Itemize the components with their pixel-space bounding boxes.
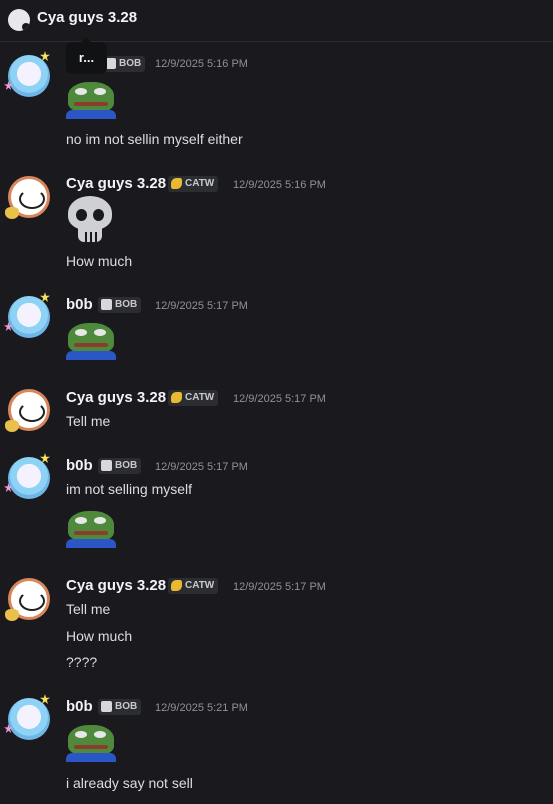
role-tag[interactable]: BOB: [98, 458, 142, 474]
pepe-frog-emoji: [66, 509, 116, 549]
message-text: no im not sellin myself either: [66, 131, 243, 147]
author-name[interactable]: b0b: [66, 296, 93, 313]
timestamp: 12/9/2025 5:17 PM: [233, 581, 326, 593]
message-text: How much: [66, 628, 133, 644]
skull-emoji: [66, 196, 114, 244]
role-tag[interactable]: CATW: [168, 390, 219, 406]
pepe-frog-emoji: [66, 80, 116, 120]
author-name[interactable]: b0b: [66, 698, 93, 715]
message-text: Tell me: [66, 413, 111, 429]
message: Cya guys 3.28 CATW 12/9/2025 5:17 PM Tel…: [0, 574, 553, 674]
message-text: ????: [66, 654, 98, 670]
message-text: Tell me: [66, 601, 111, 617]
role-tag[interactable]: BOB: [98, 699, 142, 715]
timestamp: 12/9/2025 5:17 PM: [233, 393, 326, 405]
role-tag[interactable]: BOB: [98, 297, 142, 313]
cat-tag-icon: [101, 460, 112, 471]
message-text: i already say not sell: [66, 775, 193, 791]
user-avatar-cya[interactable]: [5, 176, 50, 219]
user-avatar-bob[interactable]: [8, 55, 50, 97]
coin-tag-icon: [171, 178, 182, 189]
user-avatar-bob[interactable]: [8, 296, 50, 338]
message-text: im not selling myself: [66, 481, 193, 497]
channel-header: Cya guys 3.28: [0, 0, 553, 42]
author-name[interactable]: b0b: [66, 457, 93, 474]
user-avatar-cya[interactable]: [5, 578, 50, 621]
message: b0b BOB 12/9/2025 5:21 PM i already say …: [0, 695, 553, 795]
timestamp: 12/9/2025 5:16 PM: [233, 179, 326, 191]
timestamp: 12/9/2025 5:21 PM: [155, 702, 248, 714]
user-avatar-bob[interactable]: [8, 698, 50, 740]
author-name[interactable]: Cya guys 3.28: [66, 577, 166, 594]
message: b0b BOB 12/9/2025 5:17 PM: [0, 293, 553, 363]
timestamp: 12/9/2025 5:17 PM: [155, 461, 248, 473]
role-tag[interactable]: CATW: [168, 578, 219, 594]
timestamp: 12/9/2025 5:17 PM: [155, 300, 248, 312]
message-text: How much: [66, 253, 133, 269]
cat-tag-icon: [101, 701, 112, 712]
tooltip: r...: [66, 37, 107, 74]
user-avatar-bob[interactable]: [8, 457, 50, 499]
role-tag[interactable]: BOB: [102, 56, 146, 72]
user-avatar-cya[interactable]: [5, 389, 50, 432]
role-tag[interactable]: CATW: [168, 176, 219, 192]
coin-tag-icon: [171, 392, 182, 403]
channel-title[interactable]: Cya guys 3.28: [37, 9, 137, 26]
pepe-frog-emoji: [66, 723, 116, 763]
message: Cya guys 3.28 CATW 12/9/2025 5:17 PM Tel…: [0, 386, 553, 436]
coin-tag-icon: [171, 580, 182, 591]
cat-tag-icon: [101, 299, 112, 310]
timestamp: 12/9/2025 5:16 PM: [155, 58, 248, 70]
message: b0b BOB 12/9/2025 5:17 PM im not selling…: [0, 454, 553, 554]
message: Cya guys 3.28 CATW 12/9/2025 5:16 PM How…: [0, 172, 553, 272]
pepe-frog-emoji: [66, 321, 116, 361]
author-name[interactable]: Cya guys 3.28: [66, 175, 166, 192]
server-icon[interactable]: [8, 9, 30, 31]
author-name[interactable]: Cya guys 3.28: [66, 389, 166, 406]
